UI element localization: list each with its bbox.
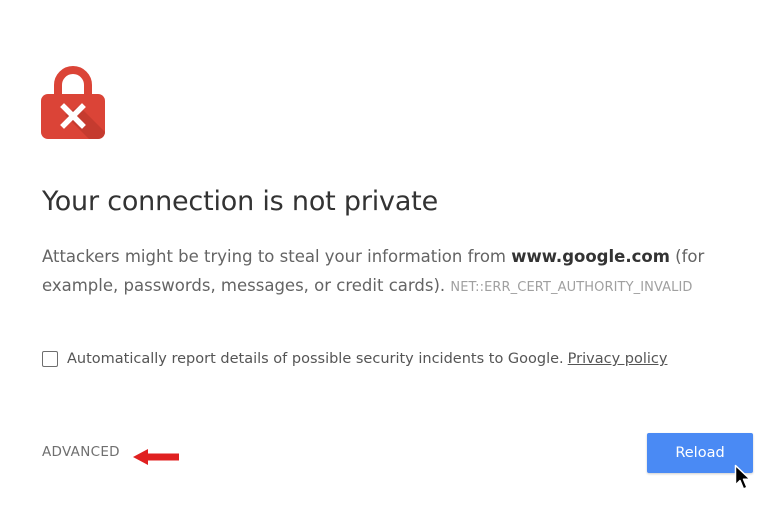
message-text: Attackers might be trying to steal your … (42, 247, 512, 266)
report-label: Automatically report details of possible… (67, 351, 564, 367)
lock-error-icon (41, 63, 105, 139)
page-title: Your connection is not private (42, 186, 438, 217)
report-checkbox[interactable] (42, 351, 58, 367)
host-name: www.google.com (511, 247, 670, 266)
privacy-policy-link[interactable]: Privacy policy (568, 351, 668, 367)
mouse-pointer-icon (734, 464, 754, 492)
report-option: Automatically report details of possible… (42, 348, 667, 370)
error-code: NET::ERR_CERT_AUTHORITY_INVALID (450, 280, 693, 295)
interstitial-page: Your connection is not private Attackers… (0, 0, 775, 507)
advanced-button[interactable]: ADVANCED (42, 444, 120, 460)
main-message: Attackers might be trying to steal your … (42, 242, 742, 302)
red-arrow-icon (131, 447, 181, 467)
